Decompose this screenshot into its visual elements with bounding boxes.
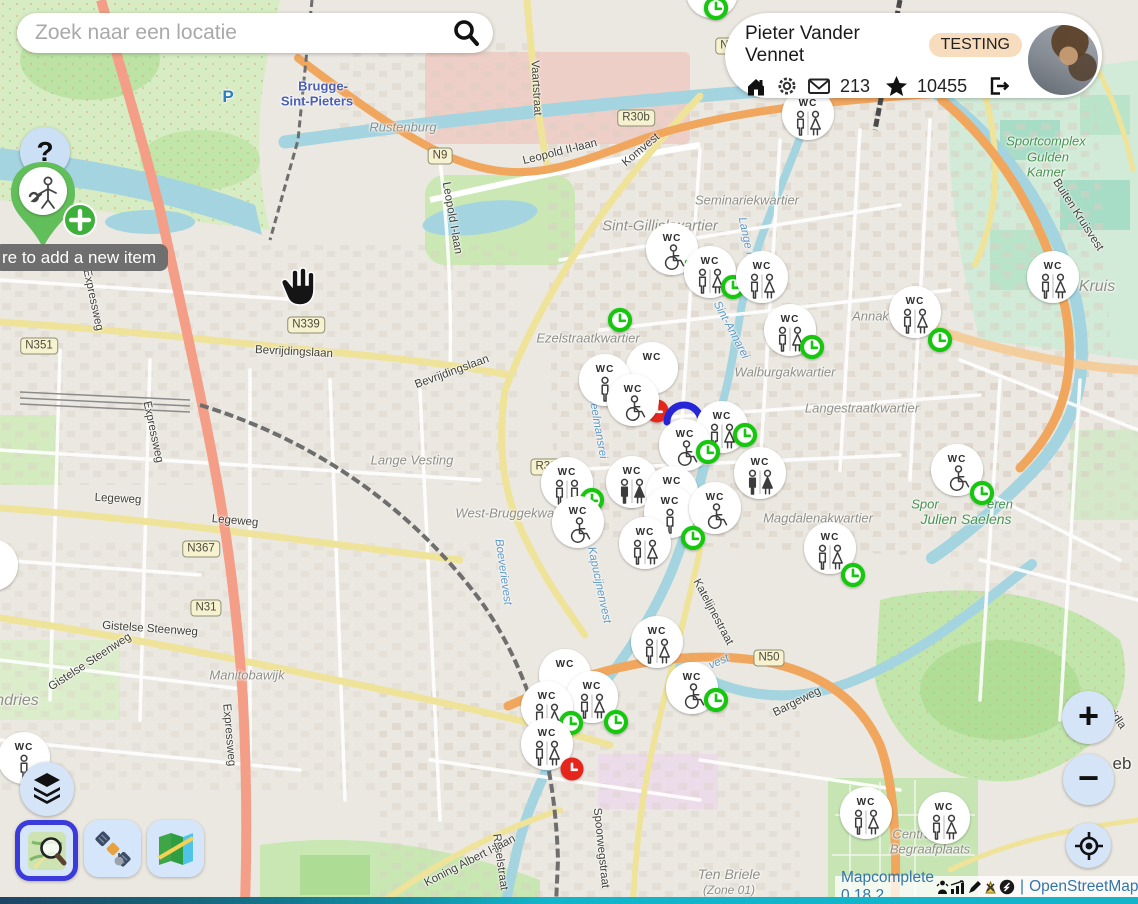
svg-text:WC: WC	[713, 411, 732, 422]
world-map-icon	[155, 828, 197, 870]
opening-hours-badge[interactable]	[735, 425, 755, 445]
hand-cursor	[278, 263, 318, 311]
svg-text:WC: WC	[648, 626, 667, 637]
svg-text:WC: WC	[643, 352, 662, 363]
bottom-accent-bar	[0, 897, 1138, 904]
svg-text:WC: WC	[948, 454, 967, 465]
attribution-separator: |	[1020, 878, 1024, 896]
svg-text:WC: WC	[636, 527, 655, 538]
statistics-person-icon[interactable]	[936, 880, 949, 895]
layers-button[interactable]	[20, 762, 74, 816]
search-icon[interactable]	[451, 18, 481, 48]
basemap-map-button[interactable]	[147, 820, 204, 877]
osm-link[interactable]: OpenStreetMap	[1029, 878, 1138, 896]
add-new-item-pin[interactable]	[6, 160, 106, 255]
add-item-tooltip: re to add a new item	[0, 244, 168, 271]
star-icon[interactable]	[885, 75, 908, 97]
user-avatar[interactable]	[1026, 23, 1100, 97]
svg-text:WC: WC	[663, 233, 682, 244]
svg-text:WC: WC	[624, 384, 643, 395]
home-icon[interactable]	[745, 76, 767, 97]
mapcomplete-app: { "search": { "placeholder": "Zoek naar …	[0, 0, 1138, 904]
toilet-marker[interactable]: WC	[666, 662, 726, 714]
zoom-in-label: +	[1078, 698, 1099, 734]
toilet-marker[interactable]: WC	[684, 246, 743, 298]
changeset-count: 10455	[917, 76, 967, 97]
crosshair-icon	[1073, 830, 1105, 862]
messages-envelope-icon[interactable]	[807, 76, 831, 96]
svg-text:WC: WC	[676, 429, 695, 440]
community-badge-icon[interactable]	[999, 879, 1015, 895]
mascot-icon[interactable]	[983, 880, 998, 895]
svg-text:WC: WC	[15, 742, 34, 753]
search-input[interactable]	[33, 20, 451, 46]
chart-icon[interactable]	[950, 880, 966, 895]
svg-text:WC: WC	[623, 466, 642, 477]
svg-text:WC: WC	[821, 532, 840, 543]
svg-text:WC: WC	[663, 476, 682, 487]
layers-icon	[31, 772, 63, 806]
zoom-out-label: −	[1078, 760, 1099, 796]
svg-text:WC: WC	[1044, 261, 1063, 272]
svg-text:WC: WC	[538, 728, 557, 739]
svg-text:WC: WC	[935, 802, 954, 813]
toilet-marker[interactable]: WC	[619, 517, 671, 569]
svg-text:WC: WC	[558, 467, 577, 478]
geolocate-button[interactable]	[1066, 823, 1111, 868]
toilet-marker[interactable]: WC	[889, 286, 950, 350]
settings-gear-icon[interactable]	[776, 75, 798, 97]
svg-text:WC: WC	[751, 457, 770, 468]
svg-text:WC: WC	[857, 797, 876, 808]
logout-icon[interactable]	[986, 75, 1011, 97]
svg-text:WC: WC	[596, 364, 615, 375]
zoom-out-button[interactable]: −	[1063, 754, 1114, 805]
opening-hours-badge[interactable]	[610, 310, 630, 330]
search-bar	[17, 13, 493, 53]
user-name[interactable]: Pieter Vander Vennet	[745, 23, 919, 67]
zoom-in-button[interactable]: +	[1062, 691, 1115, 744]
toilet-marker[interactable]: WC	[631, 616, 683, 668]
svg-text:WC: WC	[701, 256, 720, 267]
toilet-marker[interactable]: WC	[931, 444, 992, 503]
toilet-marker[interactable]: WC	[0, 539, 18, 591]
svg-text:WC: WC	[583, 681, 602, 692]
toilet-marker[interactable]: WC	[607, 374, 659, 426]
svg-text:WC: WC	[799, 98, 818, 109]
map-markers-layer: WC WC WC WC WC WC WC WC WC WC WC WC WC WC WC WC WC WC WC WC…	[0, 0, 1138, 904]
pencil-icon[interactable]	[967, 880, 982, 895]
basemap-switcher	[15, 820, 204, 881]
toilet-marker[interactable]: WC	[552, 496, 604, 548]
basemap-satellite-button[interactable]	[84, 820, 141, 877]
toilet-marker[interactable]: WC	[689, 482, 741, 534]
osm-carto-icon	[26, 830, 68, 872]
svg-text:WC: WC	[906, 296, 925, 307]
attribution-bar: Mapcomplete 0.18.2 | OpenStreetMap	[835, 876, 1138, 898]
messages-count: 213	[840, 76, 870, 97]
toilet-marker[interactable]: WC	[840, 787, 892, 839]
testing-badge: TESTING	[929, 33, 1022, 57]
svg-text:WC: WC	[661, 496, 680, 507]
svg-text:WC: WC	[706, 492, 725, 503]
toilet-marker[interactable]: WC	[804, 522, 863, 585]
basemap-osm-button[interactable]	[15, 820, 78, 881]
svg-text:WC: WC	[0, 549, 1, 560]
svg-text:WC: WC	[538, 691, 557, 702]
toilet-marker[interactable]: WC	[686, 0, 738, 18]
opening-hours-badge[interactable]	[683, 528, 703, 548]
svg-text:WC: WC	[569, 506, 588, 517]
toilet-marker[interactable]: WC	[764, 304, 822, 357]
toilet-marker[interactable]: WC	[734, 447, 786, 499]
toilet-marker[interactable]: WC	[736, 251, 788, 303]
satellite-icon	[92, 828, 134, 870]
toilet-marker[interactable]: WC	[918, 792, 970, 844]
toilet-marker[interactable]: WC	[1027, 251, 1079, 303]
svg-text:WC: WC	[781, 314, 800, 325]
svg-text:WC: WC	[556, 659, 575, 670]
svg-text:WC: WC	[683, 672, 702, 683]
svg-text:WC: WC	[753, 261, 772, 272]
